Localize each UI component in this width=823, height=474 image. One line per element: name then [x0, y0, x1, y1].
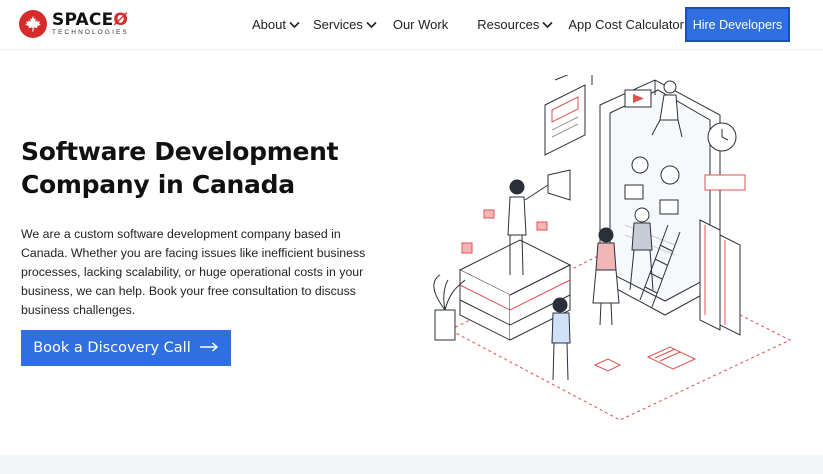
page-title: Software Development Company in Canada	[21, 135, 401, 201]
nav-item-our-work[interactable]: Our Work	[393, 17, 448, 32]
main-nav: About Services Our Work Resources App Co…	[252, 17, 684, 32]
cta-label: Book a Discovery Call	[33, 340, 191, 356]
arrow-right-icon	[199, 340, 219, 356]
maple-leaf-icon	[19, 10, 47, 38]
chevron-down-icon	[366, 17, 377, 32]
title-line-1: Software Development	[21, 137, 339, 166]
nav-item-services[interactable]: Services	[313, 17, 377, 32]
logo-wordmark: SPACEØ	[52, 9, 129, 30]
nav-item-app-cost-calculator[interactable]: App Cost Calculator	[568, 17, 684, 32]
hire-developers-button[interactable]: Hire Developers	[685, 7, 790, 42]
site-header: SPACEØ TECHNOLOGIES About Services Our W…	[0, 0, 823, 50]
chevron-down-icon	[289, 17, 300, 32]
hero-description: We are a custom software development com…	[21, 227, 366, 317]
nav-item-resources[interactable]: Resources	[477, 17, 553, 32]
book-discovery-call-button[interactable]: Book a Discovery Call	[21, 330, 231, 366]
logo[interactable]: SPACEØ TECHNOLOGIES	[19, 10, 129, 38]
next-section-strip	[0, 455, 823, 474]
chevron-down-icon	[542, 17, 553, 32]
nav-item-about[interactable]: About	[252, 17, 300, 32]
logo-tagline: TECHNOLOGIES	[52, 28, 129, 36]
hero-illustration	[420, 64, 815, 421]
title-line-2: Company in Canada	[21, 170, 295, 199]
